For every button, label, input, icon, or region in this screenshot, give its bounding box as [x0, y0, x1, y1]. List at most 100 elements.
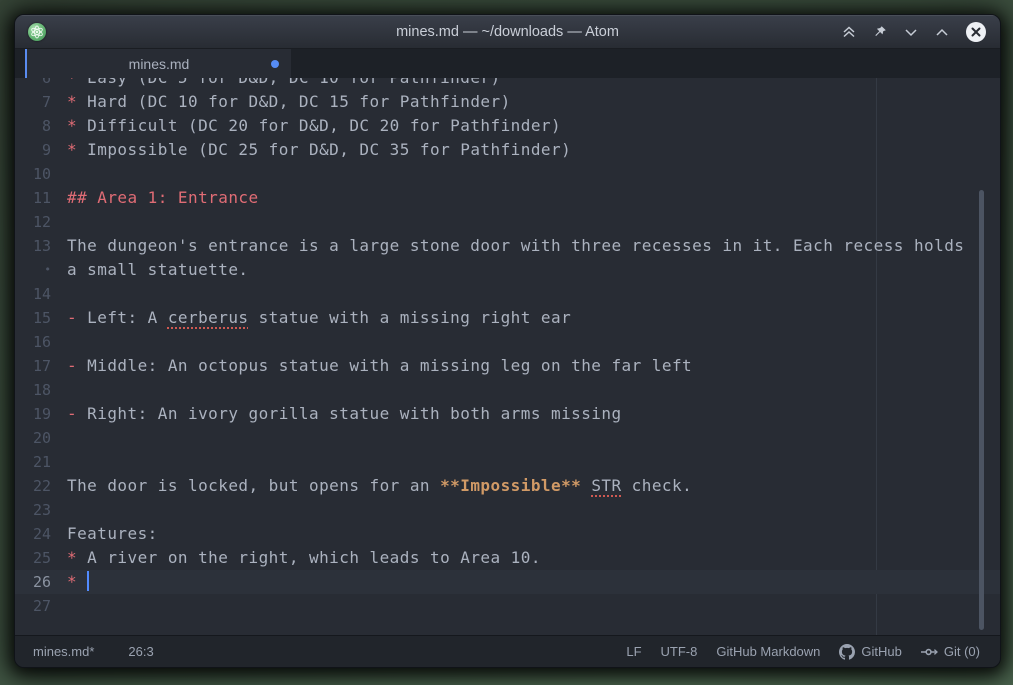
status-right: LF UTF-8 GitHub Markdown GitHub [626, 644, 980, 660]
code-line-text [67, 426, 1000, 450]
editor-line[interactable]: 15- Left: A cerberus statue with a missi… [15, 306, 1000, 330]
vertical-scrollbar[interactable] [979, 190, 984, 630]
line-number: 17 [15, 354, 67, 378]
code-line-text [67, 498, 1000, 522]
code-line-text: The door is locked, but opens for an **I… [67, 474, 1000, 498]
git-branch-icon [921, 647, 938, 657]
code-line-text: * A river on the right, which leads to A… [67, 546, 1000, 570]
line-number: 15 [15, 306, 67, 330]
editor-line[interactable]: 22The door is locked, but opens for an *… [15, 474, 1000, 498]
editor-line[interactable]: 9* Impossible (DC 25 for D&D, DC 35 for … [15, 138, 1000, 162]
editor-line[interactable]: 21 [15, 450, 1000, 474]
editor-line[interactable]: 25* A river on the right, which leads to… [15, 546, 1000, 570]
maximize-icon[interactable] [934, 24, 950, 40]
line-number: 24 [15, 522, 67, 546]
line-number: 22 [15, 474, 67, 498]
line-number: 9 [15, 138, 67, 162]
editor-line[interactable]: 26* [15, 570, 1000, 594]
line-number: 19 [15, 402, 67, 426]
code-line-text: * Hard (DC 10 for D&D, DC 15 for Pathfin… [67, 90, 1000, 114]
status-line-ending[interactable]: LF [626, 644, 641, 659]
pin-icon[interactable] [872, 24, 888, 40]
code-line-text: - Middle: An octopus statue with a missi… [67, 354, 1000, 378]
status-git[interactable]: Git (0) [921, 644, 980, 659]
code-line-text: ## Area 1: Entrance [67, 186, 1000, 210]
status-left: mines.md* 26:3 [33, 644, 154, 659]
editor-lines: 6* Easy (DC 5 for D&D, DC 10 for Pathfin… [15, 78, 1000, 618]
editor-line[interactable]: 7* Hard (DC 10 for D&D, DC 15 for Pathfi… [15, 90, 1000, 114]
text-cursor [87, 571, 89, 591]
keep-above-icon[interactable] [841, 24, 857, 40]
text-editor[interactable]: 6* Easy (DC 5 for D&D, DC 10 for Pathfin… [15, 78, 1000, 635]
line-number: 6 [15, 78, 67, 90]
status-grammar[interactable]: GitHub Markdown [716, 644, 820, 659]
line-number: 20 [15, 426, 67, 450]
code-line-text: a small statuette. [67, 258, 1000, 282]
window-controls [841, 21, 1000, 43]
code-line-text: * Impossible (DC 25 for D&D, DC 35 for P… [67, 138, 1000, 162]
code-line-text [67, 450, 1000, 474]
code-line-text: Features: [67, 522, 1000, 546]
line-number: 27 [15, 594, 67, 618]
tab-label: mines.md [129, 56, 190, 72]
code-line-text: The dungeon's entrance is a large stone … [67, 234, 1000, 258]
minimize-icon[interactable] [903, 24, 919, 40]
code-line-text: * Easy (DC 5 for D&D, DC 10 for Pathfind… [67, 78, 1000, 90]
line-number: 13 [15, 234, 67, 258]
editor-line[interactable]: 17- Middle: An octopus statue with a mis… [15, 354, 1000, 378]
status-cursor-position[interactable]: 26:3 [128, 644, 153, 659]
editor-line[interactable]: 23 [15, 498, 1000, 522]
editor-line[interactable]: 27 [15, 594, 1000, 618]
line-number: 8 [15, 114, 67, 138]
status-bar: mines.md* 26:3 LF UTF-8 GitHub Markdown … [15, 635, 1000, 667]
atom-window: mines.md — ~/downloads — Atom [14, 14, 1001, 668]
editor-line[interactable]: 14 [15, 282, 1000, 306]
line-number: 21 [15, 450, 67, 474]
line-number: 12 [15, 210, 67, 234]
editor-line[interactable]: 20 [15, 426, 1000, 450]
line-number: 11 [15, 186, 67, 210]
atom-logo-icon [28, 23, 46, 41]
status-filename[interactable]: mines.md* [33, 644, 94, 659]
code-line-text [67, 594, 1000, 618]
code-line-text [67, 162, 1000, 186]
line-number: 18 [15, 378, 67, 402]
line-number: 7 [15, 90, 67, 114]
desktop-background: mines.md — ~/downloads — Atom [0, 0, 1013, 685]
editor-line[interactable]: 6* Easy (DC 5 for D&D, DC 10 for Pathfin… [15, 78, 1000, 90]
editor-line[interactable]: 13The dungeon's entrance is a large ston… [15, 234, 1000, 258]
line-number: 25 [15, 546, 67, 570]
editor-line[interactable]: •a small statuette. [15, 258, 1000, 282]
editor-line[interactable]: 10 [15, 162, 1000, 186]
status-git-label: Git (0) [944, 644, 980, 659]
tab-mines-md[interactable]: mines.md [25, 49, 291, 78]
editor-line[interactable]: 11## Area 1: Entrance [15, 186, 1000, 210]
code-line-text: - Left: A cerberus statue with a missing… [67, 306, 1000, 330]
line-number: 26 [15, 570, 67, 594]
status-github[interactable]: GitHub [839, 644, 901, 660]
code-line-text [67, 330, 1000, 354]
editor-line[interactable]: 19- Right: An ivory gorilla statue with … [15, 402, 1000, 426]
editor-line[interactable]: 18 [15, 378, 1000, 402]
code-line-text: * Difficult (DC 20 for D&D, DC 20 for Pa… [67, 114, 1000, 138]
editor-line[interactable]: 24Features: [15, 522, 1000, 546]
title-bar[interactable]: mines.md — ~/downloads — Atom [15, 15, 1000, 49]
modified-dot-icon[interactable] [271, 60, 279, 68]
tab-bar: mines.md [15, 49, 1000, 78]
status-encoding[interactable]: UTF-8 [661, 644, 698, 659]
code-line-text: - Right: An ivory gorilla statue with bo… [67, 402, 1000, 426]
code-line-text [67, 210, 1000, 234]
editor-line[interactable]: 8* Difficult (DC 20 for D&D, DC 20 for P… [15, 114, 1000, 138]
line-number: 16 [15, 330, 67, 354]
code-line-text: * [67, 570, 1000, 594]
github-octocat-icon [839, 644, 855, 660]
wrapped-line-marker: • [15, 258, 67, 282]
status-github-label: GitHub [861, 644, 901, 659]
editor-line[interactable]: 12 [15, 210, 1000, 234]
editor-line[interactable]: 16 [15, 330, 1000, 354]
line-number: 14 [15, 282, 67, 306]
close-icon[interactable] [965, 21, 987, 43]
code-line-text [67, 282, 1000, 306]
code-line-text [67, 378, 1000, 402]
line-number: 23 [15, 498, 67, 522]
